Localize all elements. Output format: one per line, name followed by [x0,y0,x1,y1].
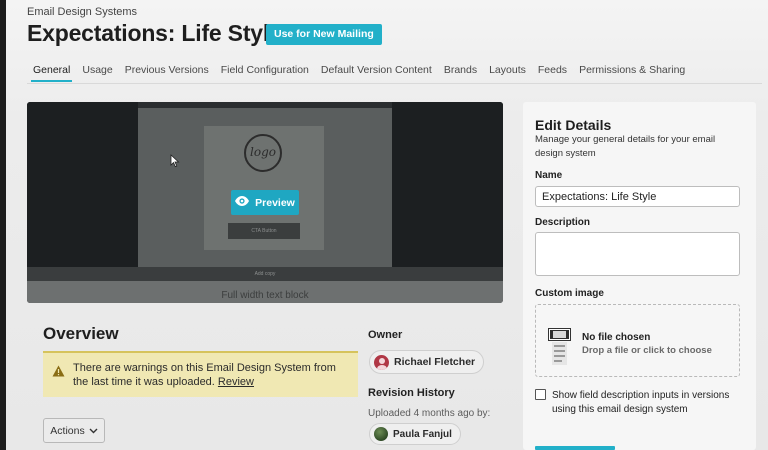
name-label: Name [535,170,563,181]
revision-history-label: Revision History [368,387,455,399]
tab-feeds[interactable]: Feeds [532,62,573,82]
tab-divider [27,83,762,84]
owner-chip[interactable]: Richael Fletcher [369,350,485,374]
eye-icon [235,196,250,209]
email-preview-thumbnail[interactable]: logo CTA Button Preview Add copy Full wi… [27,102,503,303]
tab-general[interactable]: General [27,62,76,82]
mouse-cursor-icon [170,154,180,173]
show-field-descriptions-label[interactable]: Show field description inputs in version… [552,389,732,417]
tab-field-configuration[interactable]: Field Configuration [215,62,315,82]
overview-heading: Overview [43,324,119,343]
actions-dropdown-button[interactable]: Actions [43,418,105,443]
avatar [374,427,388,441]
preview-card: logo CTA Button [204,126,324,250]
preview-email-body: logo CTA Button [138,108,392,267]
preview-button-label: Preview [255,196,295,209]
show-field-descriptions-checkbox[interactable] [535,389,546,400]
revision-user-name: Paula Fanjul [393,428,452,440]
chevron-down-icon [89,425,98,437]
preview-side-left [27,102,138,267]
drop-hint-text: Drop a file or click to choose [582,345,712,356]
tab-default-version-content[interactable]: Default Version Content [315,62,438,82]
page: Email Design Systems Expectations: Life … [6,0,768,450]
revision-user-chip[interactable]: Paula Fanjul [369,423,461,445]
edit-details-panel: Edit Details Manage your general details… [523,102,756,450]
custom-image-label: Custom image [535,288,604,299]
logo-placeholder: logo [244,134,282,172]
description-label: Description [535,217,591,228]
save-button-partial[interactable] [535,446,615,450]
preview-strip: Add copy [27,267,503,281]
no-file-text: No file chosen [582,332,651,343]
image-dropzone[interactable]: No file chosen Drop a file or click to c… [535,304,740,377]
warning-icon [52,365,65,381]
cta-placeholder: CTA Button [228,223,300,239]
edit-details-heading: Edit Details [535,117,612,133]
tab-brands[interactable]: Brands [438,62,483,82]
actions-label: Actions [50,424,85,437]
tab-usage[interactable]: Usage [76,62,118,82]
name-field[interactable] [535,186,740,207]
file-document-icon [548,328,571,366]
preview-side-right [392,102,503,267]
warning-text: There are warnings on this Email Design … [73,362,336,388]
use-for-new-mailing-button[interactable]: Use for New Mailing [266,24,382,45]
warning-banner: There are warnings on this Email Design … [43,351,358,397]
review-link[interactable]: Review [218,376,254,388]
user-avatar-icon [374,354,389,370]
tab-permissions-sharing[interactable]: Permissions & Sharing [573,62,691,82]
owner-name: Richael Fletcher [394,356,476,368]
tab-layouts[interactable]: Layouts [483,62,532,82]
tab-bar: General Usage Previous Versions Field Co… [27,62,691,82]
edit-details-description: Manage your general details for your ema… [535,134,716,159]
preview-button[interactable]: Preview [231,190,299,215]
description-field[interactable] [535,232,740,276]
tab-previous-versions[interactable]: Previous Versions [119,62,215,82]
preview-bottom-block: Full width text block [27,281,503,303]
breadcrumb[interactable]: Email Design Systems [27,6,137,18]
revision-history-text: Uploaded 4 months ago by: [368,408,491,419]
owner-label: Owner [368,329,403,341]
page-title: Expectations: Life Style [27,20,282,46]
